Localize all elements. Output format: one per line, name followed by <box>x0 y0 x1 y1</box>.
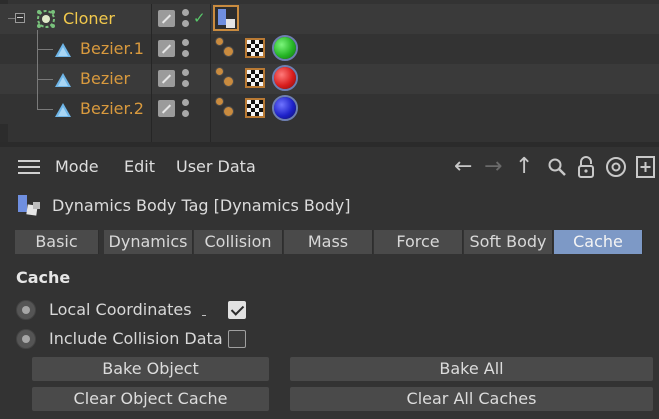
dynamics-body-tag-icon[interactable] <box>213 5 239 31</box>
tree-line <box>37 109 53 110</box>
lock-icon[interactable] <box>577 156 595 178</box>
spline-tag-icon[interactable] <box>215 97 224 106</box>
search-icon[interactable] <box>547 157 567 177</box>
material-ball <box>274 37 296 59</box>
menu-edit[interactable]: Edit <box>124 157 155 177</box>
spline-tag-icon[interactable] <box>223 106 234 117</box>
section-title: Cache <box>16 268 71 287</box>
bezier-icon <box>55 73 71 87</box>
bake-object-button[interactable]: Bake Object <box>32 357 269 381</box>
local-coordinates-label: Local Coordinates <box>49 300 192 319</box>
render-visibility-dot-icon[interactable] <box>182 20 189 27</box>
include-collision-data-checkbox[interactable] <box>228 330 246 348</box>
spline-tag-icon[interactable] <box>223 46 234 57</box>
include-collision-data-label: Include Collision Data <box>49 329 223 348</box>
clear-object-cache-button[interactable]: Clear Object Cache <box>32 387 269 411</box>
bezier-icon <box>55 43 71 57</box>
render-visibility-dot-icon[interactable] <box>182 110 189 117</box>
column-divider <box>210 4 211 142</box>
tag-glyph <box>33 202 40 209</box>
bezier-icon <box>55 103 71 117</box>
cloner-icon <box>37 10 55 28</box>
object-manager: Cloner Bezier.1 Bezier Bezier.2 ✓ <box>0 0 659 147</box>
tab-basic[interactable]: Basic <box>15 230 99 254</box>
layer-toggle-icon[interactable] <box>158 10 175 27</box>
editor-visibility-dot-icon[interactable] <box>182 39 189 46</box>
material-tag-icon[interactable] <box>272 35 298 61</box>
tree-line <box>37 49 53 50</box>
tag-glyph <box>18 195 27 212</box>
target-icon[interactable] <box>605 156 627 178</box>
editor-visibility-dot-icon[interactable] <box>182 99 189 106</box>
tab-collision[interactable]: Collision <box>194 230 283 254</box>
texture-tag-icon[interactable] <box>245 68 265 88</box>
label-separator <box>202 315 206 316</box>
column-divider <box>151 4 152 142</box>
keyframe-toggle-icon[interactable] <box>16 329 36 349</box>
editor-visibility-dot-icon[interactable] <box>182 69 189 76</box>
forward-arrow-icon[interactable]: → <box>484 156 502 178</box>
material-ball <box>274 97 296 119</box>
bake-all-button[interactable]: Bake All <box>290 357 653 381</box>
tag-title: Dynamics Body Tag [Dynamics Body] <box>52 196 351 215</box>
attribute-menubar: Mode Edit User Data ← → ↑ <box>0 147 659 187</box>
object-name-cloner[interactable]: Cloner <box>63 4 115 34</box>
tree-line <box>37 30 38 110</box>
texture-tag-icon[interactable] <box>245 98 265 118</box>
editor-visibility-dot-icon[interactable] <box>182 9 189 16</box>
layer-toggle-icon[interactable] <box>158 40 175 57</box>
menu-mode[interactable]: Mode <box>55 157 99 177</box>
collapse-toggle-icon[interactable] <box>15 13 25 23</box>
dynamics-body-tag-icon <box>18 195 46 221</box>
clear-all-caches-button[interactable]: Clear All Caches <box>290 387 653 411</box>
render-visibility-dot-icon[interactable] <box>182 50 189 57</box>
object-name-bezier-1[interactable]: Bezier.1 <box>80 34 144 64</box>
material-tag-icon[interactable] <box>272 65 298 91</box>
new-panel-icon[interactable] <box>636 156 656 178</box>
enabled-check-icon[interactable]: ✓ <box>193 11 206 26</box>
local-coordinates-checkbox[interactable] <box>228 301 246 319</box>
tab-soft-body[interactable]: Soft Body <box>464 230 553 254</box>
tree-line <box>8 18 15 19</box>
tab-dynamics[interactable]: Dynamics <box>104 230 193 254</box>
tab-cache[interactable]: Cache <box>554 230 643 254</box>
tag-glyph <box>218 9 226 25</box>
tab-force[interactable]: Force <box>374 230 463 254</box>
attribute-manager: Mode Edit User Data ← → ↑ Dynamics Body … <box>0 147 659 419</box>
back-arrow-icon[interactable]: ← <box>454 156 472 178</box>
spline-tag-icon[interactable] <box>223 76 234 87</box>
spline-tag-icon[interactable] <box>215 37 224 46</box>
texture-tag-icon[interactable] <box>245 38 265 58</box>
layer-toggle-icon[interactable] <box>158 100 175 117</box>
render-visibility-dot-icon[interactable] <box>182 80 189 87</box>
tab-bar: Basic Dynamics Collision Mass Force Soft… <box>15 230 644 254</box>
keyframe-toggle-icon[interactable] <box>16 300 36 320</box>
material-tag-icon[interactable] <box>272 95 298 121</box>
tree-line <box>37 79 53 80</box>
material-ball <box>274 67 296 89</box>
tab-mass[interactable]: Mass <box>284 230 373 254</box>
hamburger-menu-icon[interactable] <box>18 160 40 175</box>
object-name-bezier-2[interactable]: Bezier.2 <box>80 94 144 124</box>
layer-toggle-icon[interactable] <box>158 70 175 87</box>
spline-tag-icon[interactable] <box>215 67 224 76</box>
up-arrow-icon[interactable]: ↑ <box>515 156 533 178</box>
object-name-bezier[interactable]: Bezier <box>80 64 130 94</box>
tag-glyph <box>226 19 235 28</box>
menu-user-data[interactable]: User Data <box>176 157 256 177</box>
